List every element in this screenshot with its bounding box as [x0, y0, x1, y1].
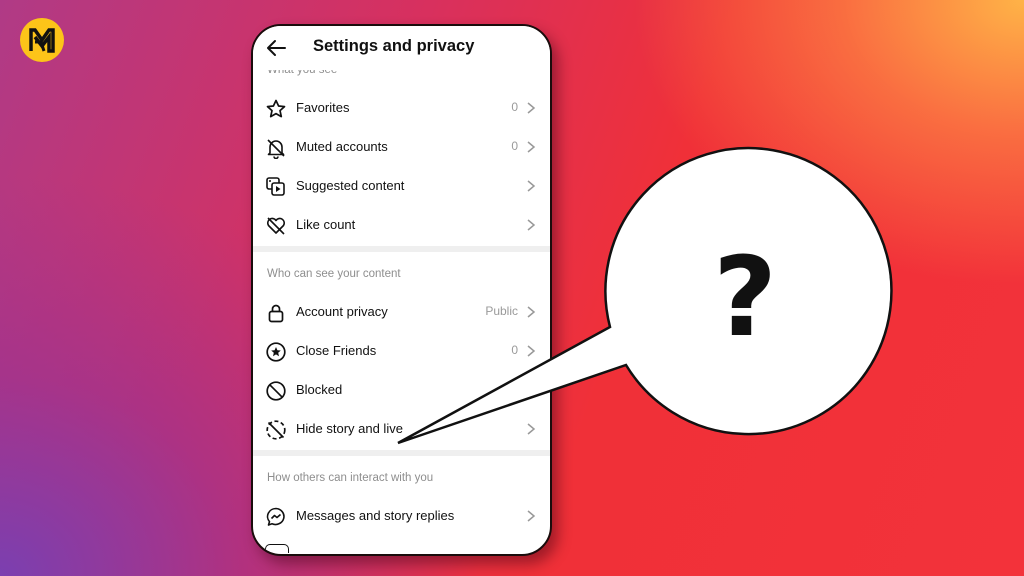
question-mark: ?: [713, 233, 777, 361]
header: Settings and privacy: [253, 26, 550, 70]
speech-bubble-shape: [397, 146, 893, 445]
page-title: Settings and privacy: [313, 37, 475, 55]
speech-bubble: ?: [397, 146, 893, 445]
back-arrow-icon[interactable]: [265, 37, 287, 59]
